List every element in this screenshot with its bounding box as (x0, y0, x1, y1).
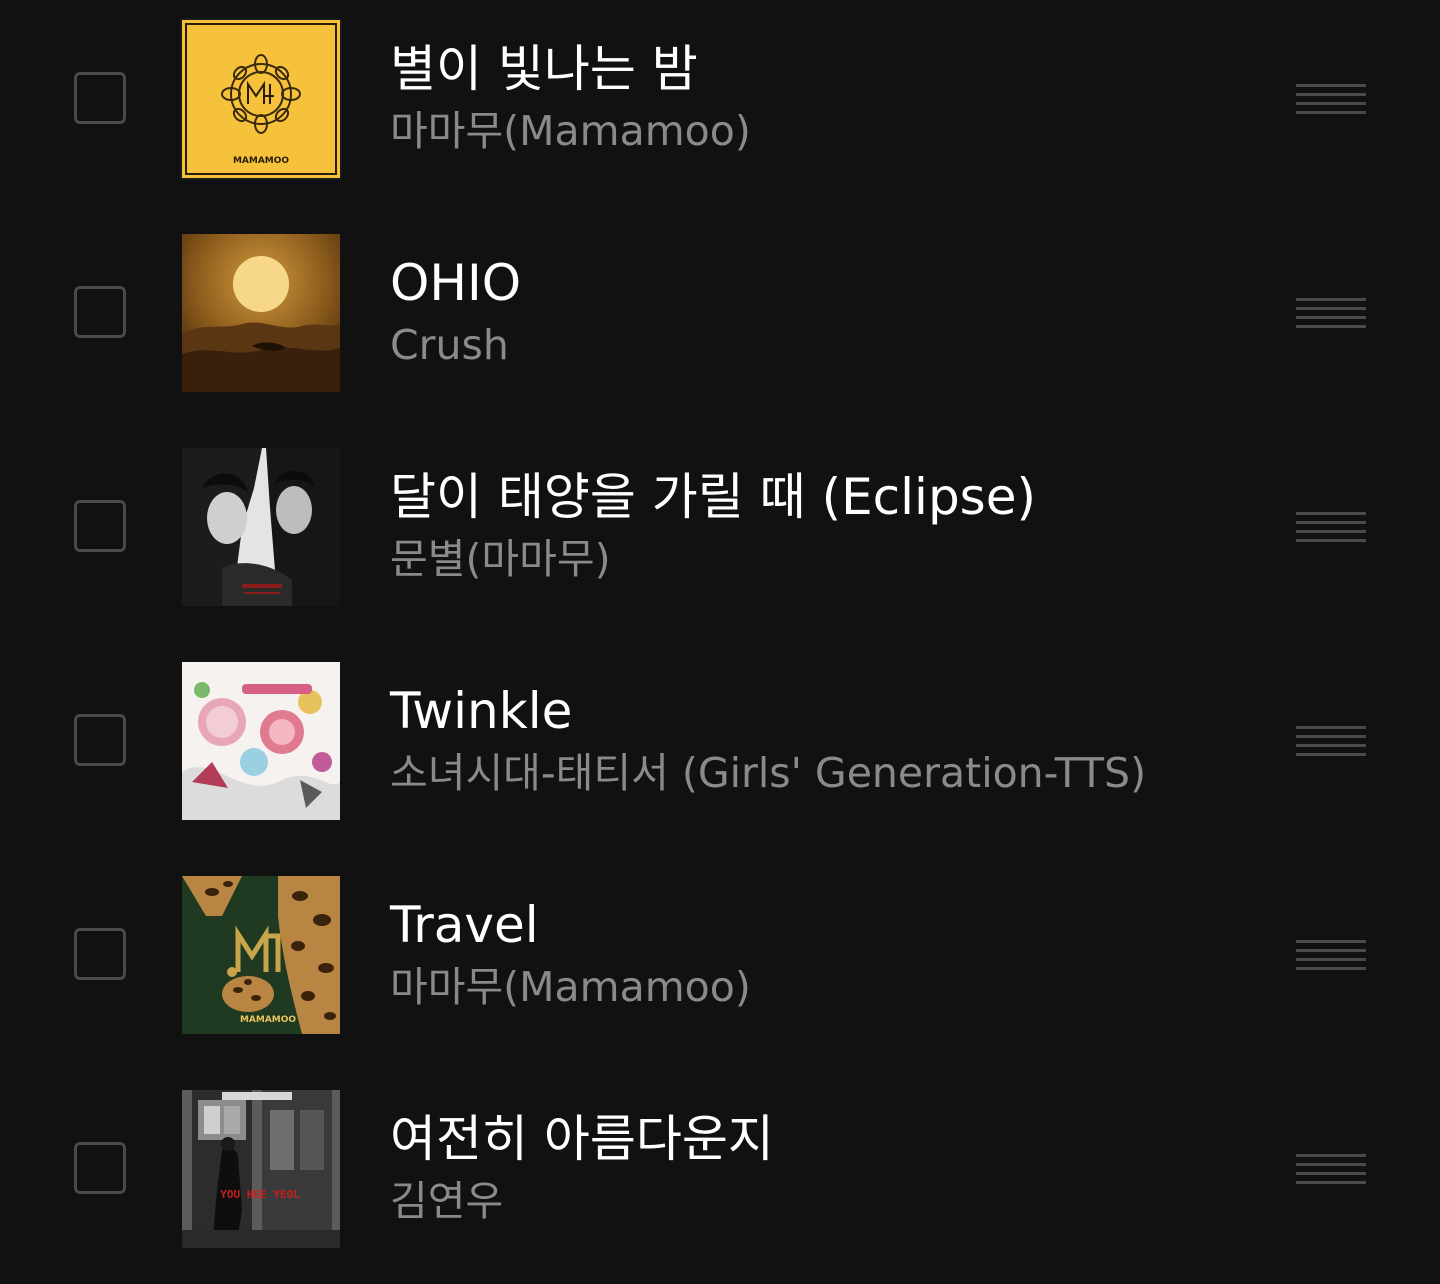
track-artist: 마마무(Mamamoo) (390, 963, 751, 1011)
cover-logo-text: YOU HEE YEOL (220, 1188, 300, 1201)
track-artist: Crush (390, 321, 509, 369)
track-row[interactable]: Twinkle 소녀시대-태티서 (Girls' Generation-TTS) (0, 642, 1440, 856)
track-row[interactable]: MAMAMOO 별이 빛나는 밤 마마무(Mamamoo) (0, 0, 1440, 214)
track-title: 달이 태양을 가릴 때 (Eclipse) (390, 468, 1037, 526)
album-cover: MAMAMOO (182, 876, 340, 1034)
street-photo-cover-art: YOU HEE YEOL (182, 1090, 340, 1248)
drag-handle-icon[interactable] (1296, 1154, 1366, 1186)
album-cover (182, 662, 340, 820)
track-artist: 문별(마마무) (390, 535, 611, 583)
drag-handle-icon[interactable] (1296, 726, 1366, 758)
track-title: 별이 빛나는 밤 (390, 40, 698, 98)
track-row[interactable]: YOU HEE YEOL 여전히 아름다운지 김연우 (0, 1070, 1440, 1284)
track-row[interactable]: MAMAMOO Travel 마마무(Mamamoo) (0, 856, 1440, 1070)
track-artist: 김연우 (390, 1177, 504, 1225)
leopard-print-cover-art: MAMAMOO (182, 876, 340, 1034)
album-cover: YOU HEE YEOL (182, 1090, 340, 1248)
cover-logo-text: MAMAMOO (233, 156, 289, 166)
track-select-checkbox[interactable] (74, 1142, 126, 1194)
track-select-checkbox[interactable] (74, 500, 126, 552)
track-title: OHIO (390, 254, 522, 312)
drag-handle-icon[interactable] (1296, 298, 1366, 330)
track-select-checkbox[interactable] (74, 714, 126, 766)
track-row[interactable]: 달이 태양을 가릴 때 (Eclipse) 문별(마마무) (0, 428, 1440, 642)
track-select-checkbox[interactable] (74, 928, 126, 980)
colorful-collage-cover-art (182, 662, 340, 820)
track-select-checkbox[interactable] (74, 286, 126, 338)
album-cover: MAMAMOO (180, 18, 342, 180)
track-title: 여전히 아름다운지 (390, 1110, 774, 1168)
track-row[interactable]: OHIO Crush (0, 214, 1440, 428)
track-select-checkbox[interactable] (74, 72, 126, 124)
album-cover (182, 448, 340, 606)
two-portraits-cover-art (182, 448, 340, 606)
track-artist: 소녀시대-태티서 (Girls' Generation-TTS) (390, 749, 1147, 797)
playlist: MAMAMOO 별이 빛나는 밤 마마무(Mamamoo) OHIO Crush… (0, 0, 1440, 1274)
mamamoo-flower-cover-art: MAMAMOO (182, 20, 340, 178)
track-artist: 마마무(Mamamoo) (390, 107, 751, 155)
drag-handle-icon[interactable] (1296, 940, 1366, 972)
drag-handle-icon[interactable] (1296, 84, 1366, 116)
cover-logo-text: MAMAMOO (240, 1015, 296, 1025)
album-cover (182, 234, 340, 392)
sun-landscape-cover-art (182, 234, 340, 392)
drag-handle-icon[interactable] (1296, 512, 1366, 544)
track-title: Travel (390, 896, 539, 954)
track-title: Twinkle (390, 682, 573, 740)
